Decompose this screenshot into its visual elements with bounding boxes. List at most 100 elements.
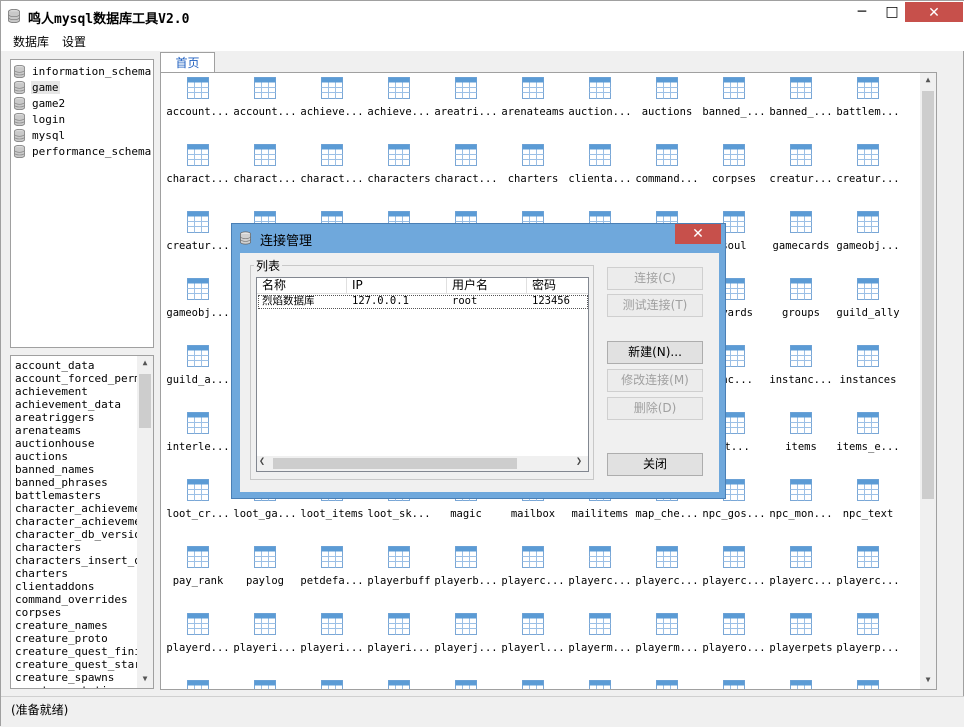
menu-settings[interactable]: 设置 xyxy=(62,33,86,50)
database-item[interactable]: game2 xyxy=(14,95,66,111)
table-grid-item[interactable]: playerbuff xyxy=(366,546,432,606)
scroll-left-icon[interactable]: ❮ xyxy=(259,456,265,467)
table-grid-item[interactable]: playeri... xyxy=(232,613,298,673)
table-grid-item[interactable]: playerc... xyxy=(701,546,767,606)
list-item[interactable]: achievement_data xyxy=(15,398,121,411)
table-grid-item[interactable]: account... xyxy=(165,77,231,137)
column-header-ip[interactable]: IP xyxy=(347,278,447,294)
table-grid-item[interactable]: playerj... xyxy=(433,613,499,673)
table-grid-item[interactable] xyxy=(768,680,834,689)
table-grid-item[interactable]: clienta... xyxy=(567,144,633,204)
scroll-thumb[interactable] xyxy=(922,91,934,499)
list-item[interactable]: account_forced_permis xyxy=(15,372,153,385)
table-grid-item[interactable]: charact... xyxy=(299,144,365,204)
table-grid-item[interactable] xyxy=(165,680,231,689)
list-item[interactable]: character_achievement xyxy=(15,502,153,515)
table-grid-item[interactable] xyxy=(835,680,901,689)
list-item[interactable]: corpses xyxy=(15,606,61,619)
list-item[interactable]: arenateams xyxy=(15,424,81,437)
table-grid-item[interactable]: charters xyxy=(500,144,566,204)
table-grid-item[interactable]: groups xyxy=(768,278,834,338)
table-grid-item[interactable]: areatri... xyxy=(433,77,499,137)
list-item[interactable]: banned_names xyxy=(15,463,94,476)
table-grid-item[interactable]: playerc... xyxy=(768,546,834,606)
table-grid-item[interactable]: playerc... xyxy=(634,546,700,606)
maximize-button[interactable]: □ xyxy=(877,1,907,23)
new-connection-button[interactable]: 新建(N)... xyxy=(607,341,703,364)
list-item[interactable]: charters xyxy=(15,567,68,580)
database-item[interactable]: information_schema xyxy=(14,63,152,79)
database-item[interactable]: mysql xyxy=(14,127,66,143)
grid-scrollbar[interactable]: ▲ ▼ xyxy=(920,73,936,689)
table-grid-item[interactable] xyxy=(433,680,499,689)
table-grid-item[interactable]: instanc... xyxy=(768,345,834,405)
edit-connection-button[interactable]: 修改连接(M) xyxy=(607,369,703,392)
table-grid-item[interactable]: items_e... xyxy=(835,412,901,472)
table-grid-item[interactable]: gameobj... xyxy=(835,211,901,271)
table-grid-item[interactable]: playerp... xyxy=(835,613,901,673)
table-list-scrollbar[interactable]: ▲ ▼ xyxy=(137,356,153,688)
table-grid-item[interactable]: playerpets xyxy=(768,613,834,673)
table-grid-item[interactable]: playerl... xyxy=(500,613,566,673)
table-grid-item[interactable]: charact... xyxy=(232,144,298,204)
table-grid-item[interactable]: charact... xyxy=(165,144,231,204)
table-grid-item[interactable] xyxy=(500,680,566,689)
table-grid-item[interactable] xyxy=(634,680,700,689)
list-item[interactable]: command_overrides xyxy=(15,593,128,606)
table-grid-item[interactable]: items xyxy=(768,412,834,472)
table-grid-item[interactable]: auctions xyxy=(634,77,700,137)
table-grid-item[interactable] xyxy=(299,680,365,689)
column-header-password[interactable]: 密码 xyxy=(527,278,588,294)
table-grid-item[interactable]: guild_a... xyxy=(165,345,231,405)
table-grid-item[interactable]: playeri... xyxy=(299,613,365,673)
table-grid-item[interactable]: banned_... xyxy=(701,77,767,137)
delete-connection-button[interactable]: 删除(D) xyxy=(607,397,703,420)
table-grid-item[interactable]: playero... xyxy=(701,613,767,673)
table-grid-item[interactable]: achieve... xyxy=(299,77,365,137)
table-grid-item[interactable]: loot_cr... xyxy=(165,479,231,539)
list-item[interactable]: achievement xyxy=(15,385,88,398)
table-grid-item[interactable]: playeri... xyxy=(366,613,432,673)
table-grid-item[interactable]: playerb... xyxy=(433,546,499,606)
table-grid-item[interactable]: playerm... xyxy=(567,613,633,673)
list-item[interactable]: creature_quest_starte xyxy=(15,658,153,671)
list-item[interactable]: account_data xyxy=(15,359,94,372)
table-grid-item[interactable]: interle... xyxy=(165,412,231,472)
table-grid-item[interactable] xyxy=(232,680,298,689)
list-item[interactable]: clientaddons xyxy=(15,580,94,593)
scroll-up-icon[interactable]: ▲ xyxy=(920,75,936,84)
list-item[interactable]: characters xyxy=(15,541,81,554)
list-item[interactable]: character_db_version xyxy=(15,528,147,541)
list-item[interactable]: auctionhouse xyxy=(15,437,94,450)
list-item[interactable]: characters_insert_que xyxy=(15,554,153,567)
table-grid-item[interactable]: command... xyxy=(634,144,700,204)
close-button[interactable]: ✕ xyxy=(905,2,963,22)
database-item[interactable]: game xyxy=(14,79,60,95)
database-item[interactable]: login xyxy=(14,111,66,127)
scroll-thumb[interactable] xyxy=(273,458,517,469)
test-connection-button[interactable]: 测试连接(T) xyxy=(607,294,703,317)
minimize-button[interactable]: ─ xyxy=(847,1,877,23)
table-grid-item[interactable]: gamecards xyxy=(768,211,834,271)
table-grid-item[interactable]: auction... xyxy=(567,77,633,137)
list-item[interactable]: areatriggers xyxy=(15,411,94,424)
table-grid-item[interactable]: characters xyxy=(366,144,432,204)
list-item[interactable]: creature_spawns xyxy=(15,671,114,684)
close-dialog-button[interactable]: 关闭 xyxy=(607,453,703,476)
table-grid-item[interactable]: achieve... xyxy=(366,77,432,137)
table-grid-item[interactable]: gameobj... xyxy=(165,278,231,338)
column-header-user[interactable]: 用户名 xyxy=(447,278,527,294)
table-grid-item[interactable] xyxy=(567,680,633,689)
table-grid-item[interactable]: playerc... xyxy=(835,546,901,606)
table-grid-item[interactable]: playerd... xyxy=(165,613,231,673)
table-grid-item[interactable] xyxy=(701,680,767,689)
column-header-name[interactable]: 名称 xyxy=(257,278,347,294)
list-item[interactable]: creature_quest_finish xyxy=(15,645,153,658)
table-grid-item[interactable]: creatur... xyxy=(165,211,231,271)
list-item[interactable]: creature_names xyxy=(15,619,108,632)
table-grid-item[interactable]: battlem... xyxy=(835,77,901,137)
table-grid-item[interactable]: creatur... xyxy=(768,144,834,204)
table-grid-item[interactable]: banned_... xyxy=(768,77,834,137)
table-grid-item[interactable]: playerc... xyxy=(500,546,566,606)
table-grid-item[interactable]: corpses xyxy=(701,144,767,204)
